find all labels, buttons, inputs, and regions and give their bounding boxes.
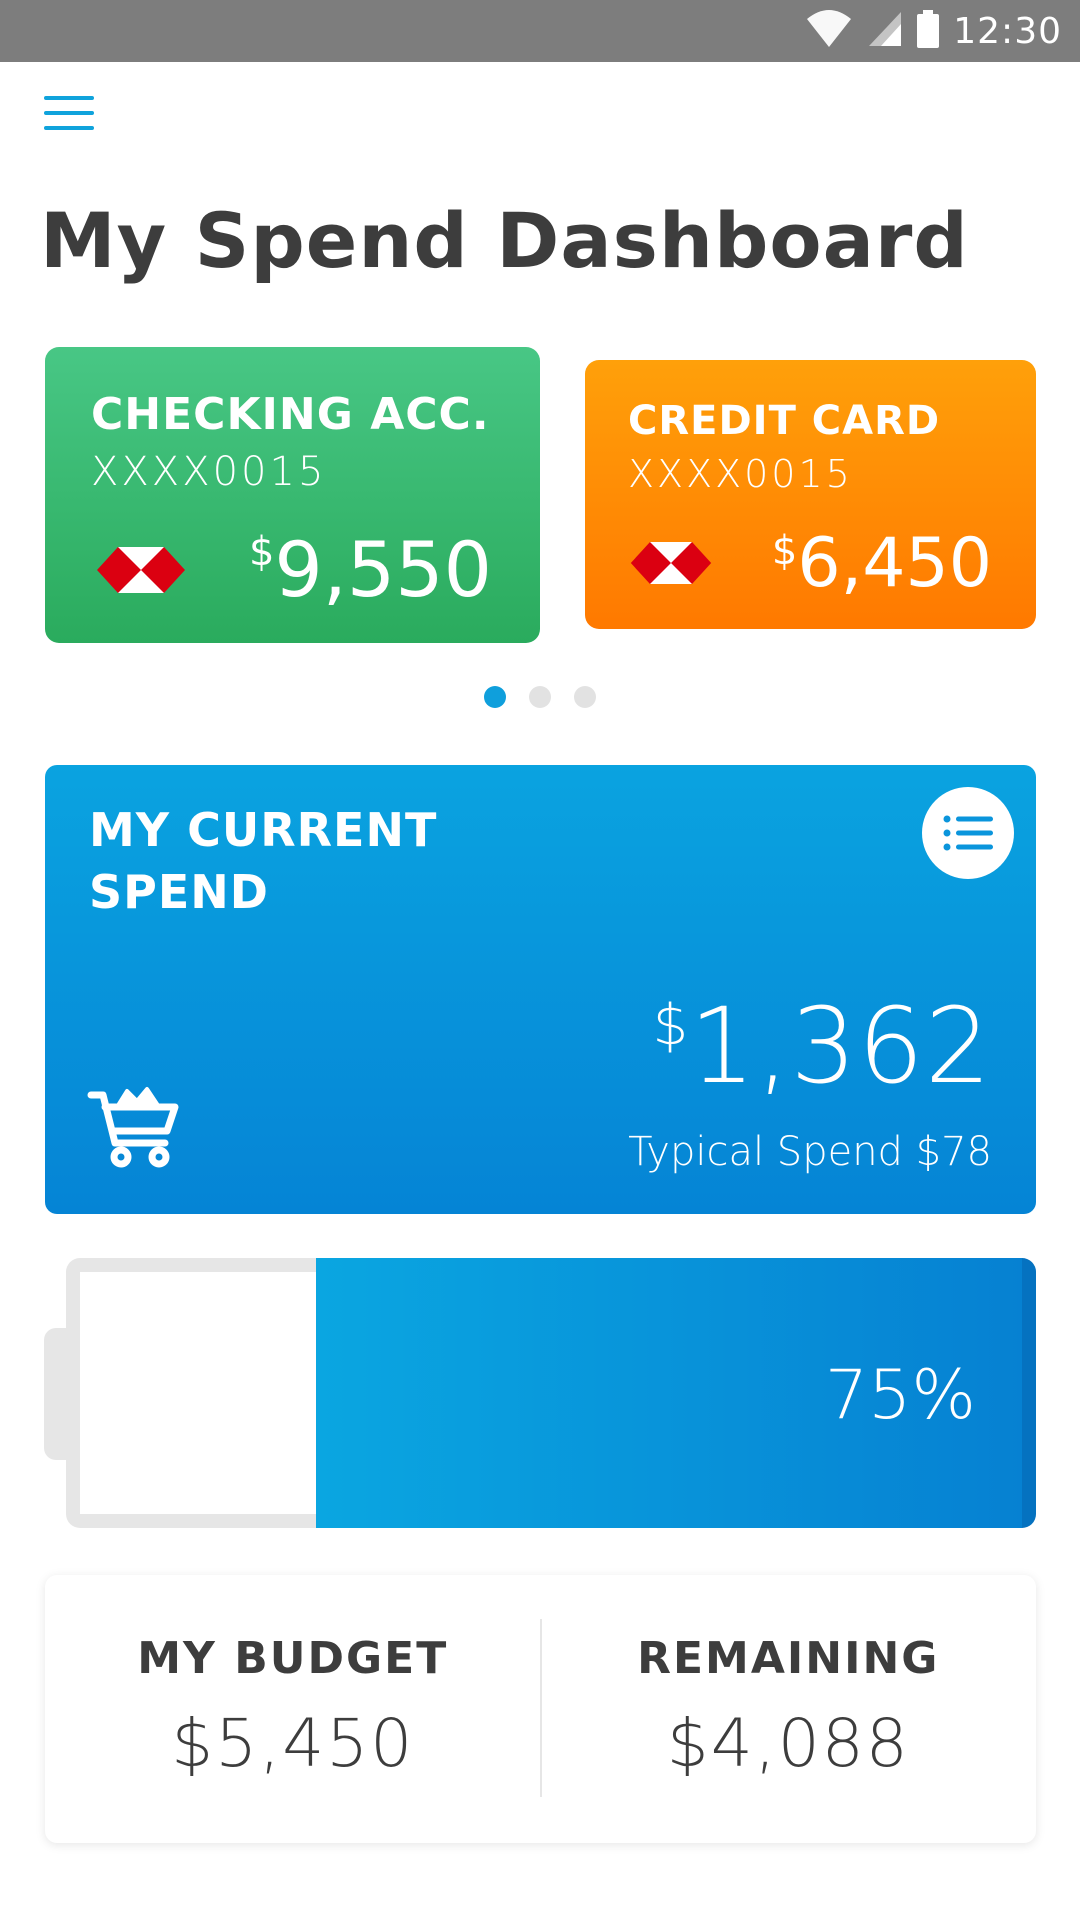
budget-label: MY BUDGET — [137, 1633, 449, 1684]
checking-account-card[interactable]: CHECKING ACC. XXXX0015 $9,550 — [45, 347, 540, 643]
list-icon[interactable] — [922, 787, 1014, 879]
carousel-dot[interactable] — [574, 686, 596, 708]
remaining-value: $4,088 — [666, 1705, 910, 1782]
wifi-icon — [805, 9, 853, 53]
current-spend-amount: $1,362 — [652, 985, 992, 1107]
page-title: My Spend Dashboard — [40, 196, 969, 285]
remaining-label: REMAINING — [637, 1633, 940, 1684]
bank-hexagon-logo — [629, 540, 713, 590]
current-spend-card[interactable]: MY CURRENT SPEND $1,362 Typical Spend $7… — [45, 765, 1036, 1214]
account-number: XXXX0015 — [628, 452, 853, 496]
hamburger-menu-icon[interactable] — [44, 92, 96, 132]
account-balance: $6,450 — [771, 524, 992, 603]
typical-spend-label: Typical Spend $78 — [628, 1129, 992, 1175]
bank-hexagon-logo — [95, 545, 187, 599]
budget-summary-panel: MY BUDGET $5,450 REMAINING $4,088 — [45, 1575, 1036, 1843]
account-name: CREDIT CARD — [628, 398, 941, 444]
remaining-column[interactable]: REMAINING $4,088 — [541, 1575, 1037, 1843]
account-number: XXXX0015 — [91, 449, 327, 495]
budget-usage-bar: 75% — [44, 1258, 1036, 1528]
carousel-indicator — [484, 686, 596, 708]
status-time: 12:30 — [953, 10, 1062, 52]
usage-percent: 75% — [824, 1356, 976, 1435]
battery-body: 75% — [66, 1258, 1036, 1528]
budget-value: $5,450 — [171, 1705, 415, 1782]
account-balance: $9,550 — [248, 525, 492, 614]
budget-column[interactable]: MY BUDGET $5,450 — [45, 1575, 541, 1843]
credit-card-card[interactable]: CREDIT CARD XXXX0015 $6,450 — [585, 360, 1036, 629]
battery-icon — [917, 10, 940, 52]
status-icons: 12:30 — [805, 8, 1062, 54]
account-name: CHECKING ACC. — [91, 389, 490, 440]
carousel-dot[interactable] — [484, 686, 506, 708]
usage-fill: 75% — [315, 1258, 1036, 1528]
cellular-icon — [867, 10, 903, 52]
shopping-cart-icon — [87, 1085, 179, 1173]
spend-title: MY CURRENT SPEND — [89, 803, 438, 919]
status-bar: 12:30 — [0, 0, 1080, 62]
carousel-dot[interactable] — [529, 686, 551, 708]
